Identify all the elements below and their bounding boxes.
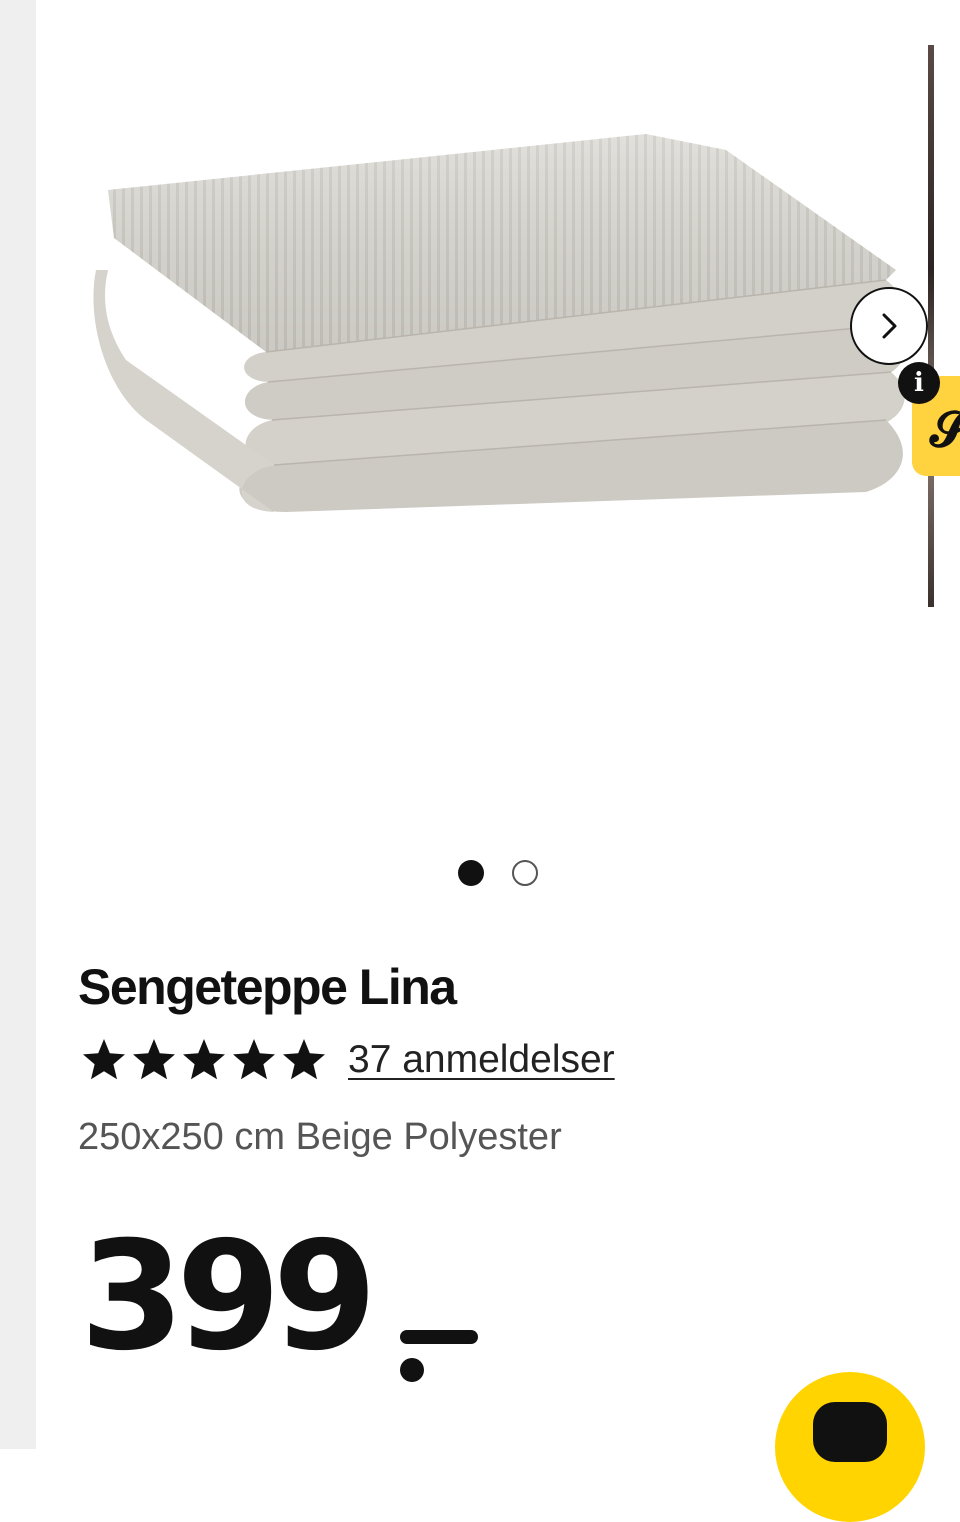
star-icon xyxy=(133,1039,175,1080)
carousel-dot-2[interactable] xyxy=(512,860,538,886)
product-image-carousel[interactable]: 𝓢 i xyxy=(36,0,960,920)
badge-glyph-icon: 𝓢 xyxy=(930,402,960,458)
rating-row: 37 anmeldelser xyxy=(80,1036,615,1084)
star-icon xyxy=(233,1039,275,1080)
carousel-pagination xyxy=(458,860,538,886)
chevron-right-icon xyxy=(882,313,897,339)
carousel-dot-1[interactable] xyxy=(458,860,484,886)
product-title: Sengeteppe Lina xyxy=(78,959,457,1015)
left-gutter xyxy=(0,0,36,1449)
next-image-preview xyxy=(928,45,934,607)
product-variant: 250x250 cm Beige Polyester xyxy=(78,1116,562,1158)
star-icon xyxy=(183,1039,225,1080)
star-icon xyxy=(83,1039,125,1080)
next-image-button[interactable] xyxy=(850,287,928,365)
product-image xyxy=(93,134,905,512)
info-icon[interactable]: i xyxy=(898,362,940,404)
chat-button[interactable] xyxy=(775,1372,925,1522)
price: 399 xyxy=(80,1210,377,1384)
reviews-link[interactable]: 37 anmeldelser xyxy=(348,1038,615,1082)
star-icon xyxy=(283,1039,325,1080)
star-rating xyxy=(80,1036,328,1084)
price-dash-icon xyxy=(400,1330,478,1382)
chat-icon xyxy=(813,1402,887,1462)
